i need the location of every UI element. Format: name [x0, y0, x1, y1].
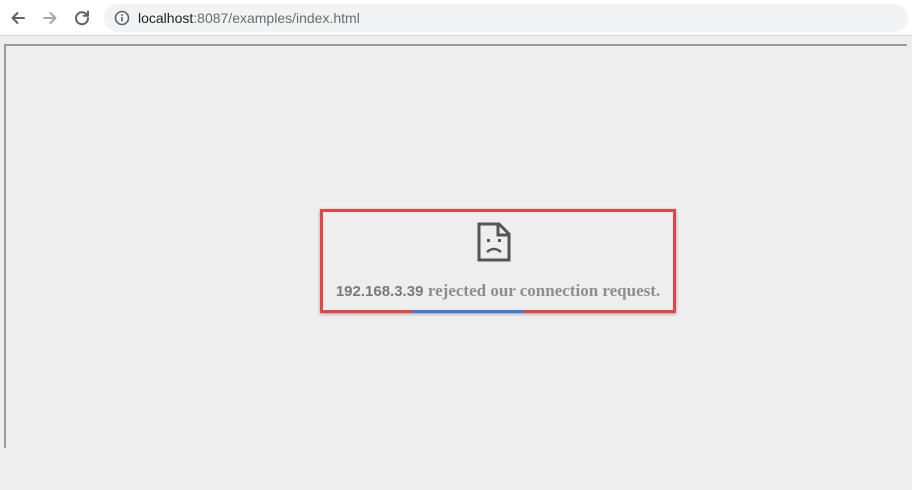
arrow-left-icon — [11, 12, 25, 24]
error-text: rejected our connection request. — [427, 281, 661, 300]
sad-page-icon — [477, 222, 511, 262]
error-message: 192.168.3.39 rejected our connection req… — [320, 281, 676, 301]
back-button[interactable] — [6, 6, 30, 30]
address-bar[interactable]: localhost:8087/examples/index.html — [104, 4, 908, 32]
url-host: localhost — [138, 10, 194, 26]
url-path: :8087/examples/index.html — [193, 10, 360, 26]
info-icon[interactable] — [114, 10, 130, 26]
url-text[interactable]: localhost:8087/examples/index.html — [138, 10, 360, 26]
forward-button[interactable] — [38, 6, 62, 30]
arrow-right-icon — [43, 12, 57, 24]
error-panel: 192.168.3.39 rejected our connection req… — [320, 209, 676, 313]
page-content: 192.168.3.39 rejected our connection req… — [0, 37, 912, 490]
reload-icon — [75, 10, 90, 26]
browser-toolbar: localhost:8087/examples/index.html — [0, 0, 912, 36]
error-host: 192.168.3.39 — [335, 283, 424, 300]
reload-button[interactable] — [70, 6, 94, 30]
focus-underline — [412, 310, 524, 313]
